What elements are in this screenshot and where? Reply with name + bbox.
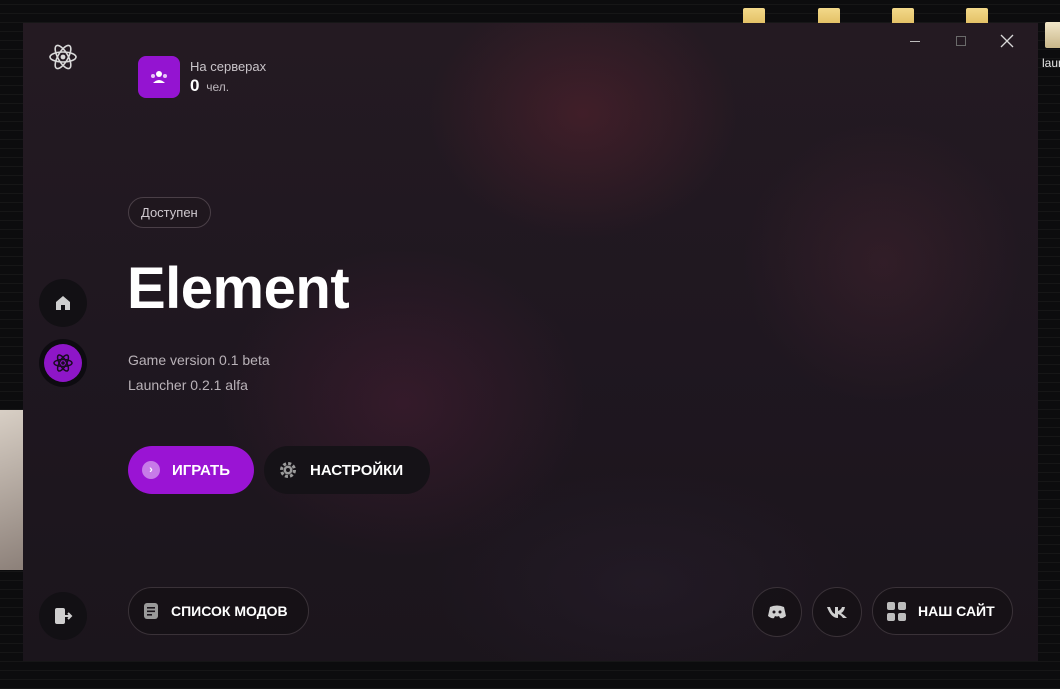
- mods-list-button[interactable]: СПИСОК МОДОВ: [128, 587, 309, 635]
- online-count-value: 0: [190, 75, 200, 95]
- game-version: Game version 0.1 beta: [128, 352, 270, 368]
- sidebar-item-element-badge: [44, 344, 82, 382]
- mods-list-label: СПИСОК МОДОВ: [171, 603, 288, 619]
- atom-icon[interactable]: [47, 41, 79, 73]
- exit-icon: [55, 608, 73, 624]
- play-button[interactable]: › ИГРАТЬ: [128, 446, 254, 494]
- desktop-file-label: laun: [1042, 56, 1060, 70]
- window-controls: [892, 27, 1030, 55]
- gear-icon: [278, 460, 298, 480]
- settings-button[interactable]: НАСТРОЙКИ: [264, 446, 430, 494]
- chevron-right-icon: ›: [142, 461, 160, 479]
- sidebar-item-home[interactable]: [39, 279, 87, 327]
- maximize-button[interactable]: [938, 27, 984, 55]
- close-button[interactable]: [984, 27, 1030, 55]
- vk-button[interactable]: [812, 587, 862, 637]
- online-count-unit: чел.: [206, 79, 230, 94]
- desktop-wallpaper-fragment: [0, 410, 24, 570]
- maximize-icon: [956, 36, 966, 46]
- atom-icon: [53, 354, 73, 372]
- close-icon: [1000, 34, 1014, 48]
- minimize-button[interactable]: [892, 27, 938, 55]
- home-icon: [56, 296, 70, 310]
- servers-label: На серверах: [190, 58, 267, 74]
- launcher-version: Launcher 0.2.1 alfa: [128, 377, 248, 393]
- discord-button[interactable]: [752, 587, 802, 637]
- online-count: 0 чел.: [190, 76, 266, 96]
- exit-button[interactable]: [39, 592, 87, 640]
- vk-icon: [827, 607, 847, 618]
- status-badge: Доступен: [128, 197, 211, 228]
- discord-icon: [768, 605, 786, 619]
- website-button-label: НАШ САЙТ: [918, 603, 995, 619]
- grid-icon: [887, 601, 906, 621]
- online-players-widget: На серверах 0 чел.: [138, 56, 266, 98]
- desktop-file-icon[interactable]: [1045, 22, 1060, 48]
- document-list-icon: [143, 602, 159, 620]
- minimize-icon: [910, 40, 920, 42]
- website-button[interactable]: НАШ САЙТ: [872, 587, 1013, 635]
- play-button-label: ИГРАТЬ: [172, 461, 231, 479]
- game-title: Element: [127, 256, 350, 321]
- sidebar-item-element[interactable]: [39, 339, 87, 387]
- settings-button-label: НАСТРОЙКИ: [310, 461, 404, 479]
- users-icon: [138, 56, 180, 98]
- launcher-window: На серверах 0 чел. Доступен Element Game…: [23, 23, 1038, 661]
